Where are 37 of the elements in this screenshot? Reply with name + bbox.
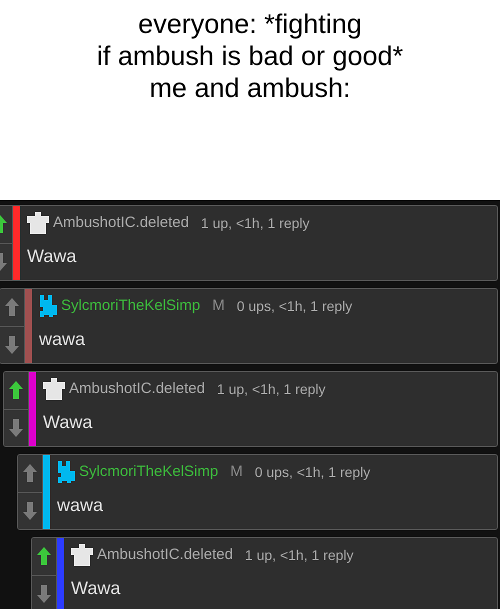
comment-meta: 1 up, <1h, 1 reply xyxy=(244,546,354,565)
comment-meta: 0 ups, <1h, 1 reply xyxy=(254,462,370,482)
downvote-button[interactable] xyxy=(4,410,29,446)
caption-text: everyone: *fighting xyxy=(138,8,362,40)
downvote-button[interactable] xyxy=(18,492,43,529)
comment-text: Wawa xyxy=(43,410,94,434)
upvote-button[interactable] xyxy=(0,289,25,326)
tower-icon xyxy=(39,295,57,318)
moderator-mark: M xyxy=(230,462,243,482)
moderator-mark: M xyxy=(212,296,225,316)
caption-text: me and ambush: xyxy=(149,72,351,104)
author-name[interactable]: AmbushotIC.deleted xyxy=(69,378,205,400)
down-arrow-icon xyxy=(23,502,37,520)
tower-icon xyxy=(57,461,75,484)
upvote-button[interactable] xyxy=(18,455,43,492)
comment-text: Wawa xyxy=(27,244,78,268)
comment-meta: 0 ups, <1h, 1 reply xyxy=(236,296,352,316)
comment-meta: 1 up, <1h, 1 reply xyxy=(200,214,310,233)
upvote-button[interactable] xyxy=(32,538,57,576)
author-name[interactable]: AmbushotIC.deleted xyxy=(97,544,233,566)
comment-text: wawa xyxy=(57,494,104,516)
upvote-button[interactable] xyxy=(4,372,29,410)
shirt-icon xyxy=(71,544,93,566)
author-name[interactable]: AmbushotIC.deleted xyxy=(53,212,189,234)
caption-text: if ambush is bad or good* xyxy=(96,40,404,72)
down-arrow-icon xyxy=(5,336,19,354)
author-name[interactable]: SylcmoriTheKelSimp xyxy=(79,461,218,484)
downvote-button[interactable] xyxy=(0,326,25,363)
comment-meta: 1 up, <1h, 1 reply xyxy=(216,380,326,399)
comment-text: Wawa xyxy=(71,576,122,600)
down-arrow-icon xyxy=(9,418,23,437)
shirt-icon xyxy=(27,212,49,234)
down-arrow-icon xyxy=(37,584,51,603)
comment-text: wawa xyxy=(39,328,86,350)
downvote-button[interactable] xyxy=(32,576,57,609)
author-name[interactable]: SylcmoriTheKelSimp xyxy=(61,295,200,318)
shirt-icon xyxy=(43,378,65,400)
